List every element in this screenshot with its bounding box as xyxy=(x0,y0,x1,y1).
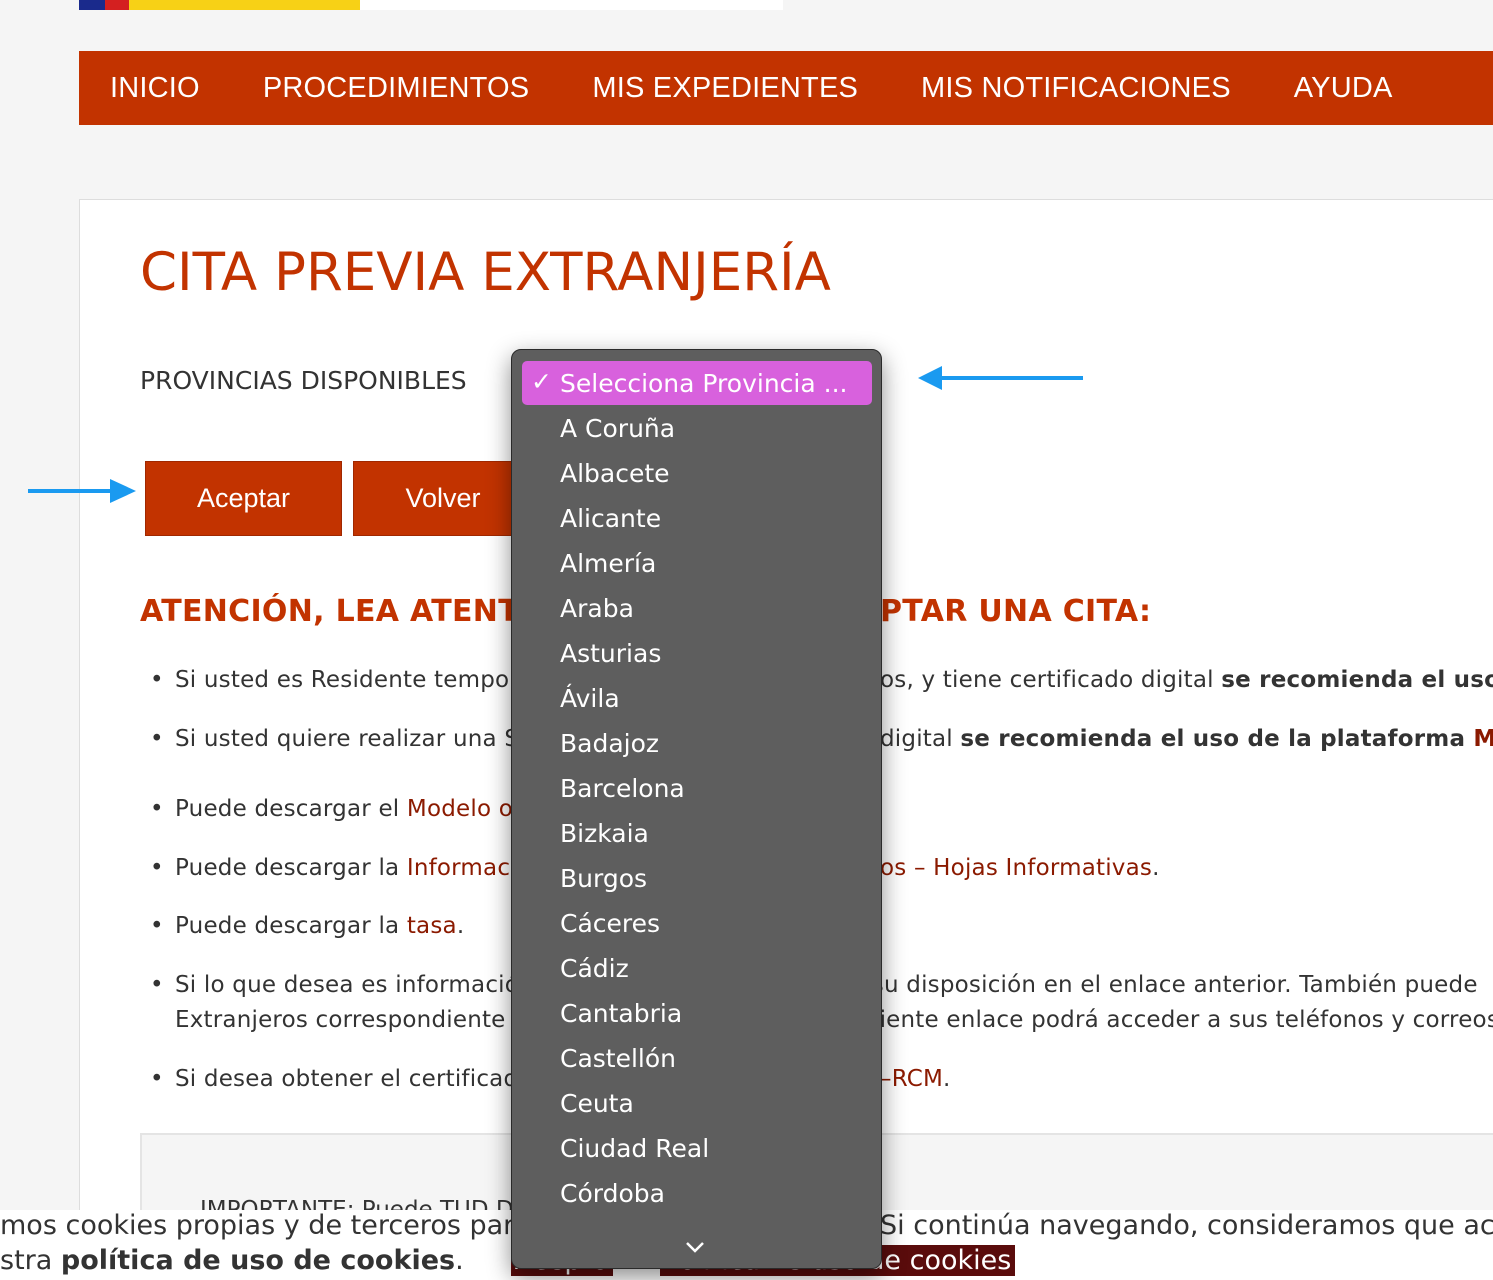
dropdown-option[interactable]: Ciudad Real xyxy=(522,1126,872,1170)
province-dropdown[interactable]: ✓ Selecciona Provincia ... A Coruña Alba… xyxy=(511,349,882,1269)
dropdown-option[interactable]: Cáceres xyxy=(522,901,872,945)
attention-heading: ATENCIÓN, LEA ATENTA xyxy=(140,594,540,629)
mercurio-link[interactable]: MERC xyxy=(1473,726,1493,752)
cookie-text-line1: mos cookies propias y de terceros para xyxy=(0,1210,531,1241)
dropdown-option[interactable]: Alicante xyxy=(522,496,872,540)
dropdown-option[interactable]: Badajoz xyxy=(522,721,872,765)
dropdown-option[interactable]: Barcelona xyxy=(522,766,872,810)
header-strip xyxy=(360,0,783,10)
dropdown-option[interactable]: Almería xyxy=(522,541,872,585)
list-item-text-right: digital se recomienda el uso de la plata… xyxy=(880,726,1493,752)
page-title: CITA PREVIA EXTRANJERÍA xyxy=(140,242,831,303)
list-item-text: Si usted es Residente tempora xyxy=(175,667,534,693)
dropdown-option[interactable]: Cádiz xyxy=(522,946,872,990)
nav-mis-expedientes[interactable]: MIS EXPEDIENTES xyxy=(592,72,858,105)
rcm-link[interactable]: –RCM xyxy=(880,1066,943,1092)
dropdown-option[interactable]: Castellón xyxy=(522,1036,872,1080)
annotation-arrow-left xyxy=(918,366,1083,390)
main-nav: INICIO PROCEDIMIENTOS MIS EXPEDIENTES MI… xyxy=(79,51,1493,125)
cookie-text-line1-right: Si continúa navegando, consideramos que … xyxy=(880,1210,1493,1241)
spain-flag-logo xyxy=(79,0,360,10)
attention-heading-right: PTAR UNA CITA: xyxy=(880,594,1152,629)
dropdown-option[interactable]: Bizkaia xyxy=(522,811,872,855)
dropdown-option[interactable]: Burgos xyxy=(522,856,872,900)
back-button[interactable]: Volver xyxy=(353,461,533,536)
nav-mis-notificaciones[interactable]: MIS NOTIFICACIONES xyxy=(921,72,1231,105)
dropdown-option[interactable]: Araba xyxy=(522,586,872,630)
dropdown-option[interactable]: A Coruña xyxy=(522,406,872,450)
attention-heading-left: ATENCIÓN, LEA ATENTA xyxy=(140,594,541,629)
nav-ayuda[interactable]: AYUDA xyxy=(1294,72,1393,105)
dropdown-option[interactable]: Albacete xyxy=(522,451,872,495)
nav-procedimientos[interactable]: PROCEDIMIENTOS xyxy=(263,72,530,105)
list-item-text-right: os, y tiene certificado digital se recom… xyxy=(880,667,1493,693)
checkmark-icon: ✓ xyxy=(531,367,552,396)
list-item-text: Si usted quiere realizar una So xyxy=(175,726,534,752)
accept-button[interactable]: Aceptar xyxy=(145,461,342,536)
dropdown-option[interactable]: Córdoba xyxy=(522,1171,872,1215)
provinces-label: PROVINCIAS DISPONIBLES xyxy=(140,366,467,395)
dropdown-option[interactable]: Ceuta xyxy=(522,1081,872,1125)
cookie-policy-link[interactable]: política de uso de cookies xyxy=(61,1245,455,1276)
nav-inicio[interactable]: INICIO xyxy=(110,72,200,105)
dropdown-option[interactable]: Cantabria xyxy=(522,991,872,1035)
dropdown-option[interactable]: Ávila xyxy=(522,676,872,720)
chevron-down-icon[interactable] xyxy=(684,1238,706,1256)
annotation-arrow-right xyxy=(28,479,136,503)
modelo-oficial-link[interactable]: Modelo of xyxy=(407,796,521,822)
tasa-link[interactable]: tasa xyxy=(407,913,457,939)
dropdown-option-selected[interactable]: ✓ Selecciona Provincia ... xyxy=(522,361,872,405)
hojas-informativas-link[interactable]: os – Hojas Informativas xyxy=(880,855,1152,881)
dropdown-option[interactable]: Asturias xyxy=(522,631,872,675)
